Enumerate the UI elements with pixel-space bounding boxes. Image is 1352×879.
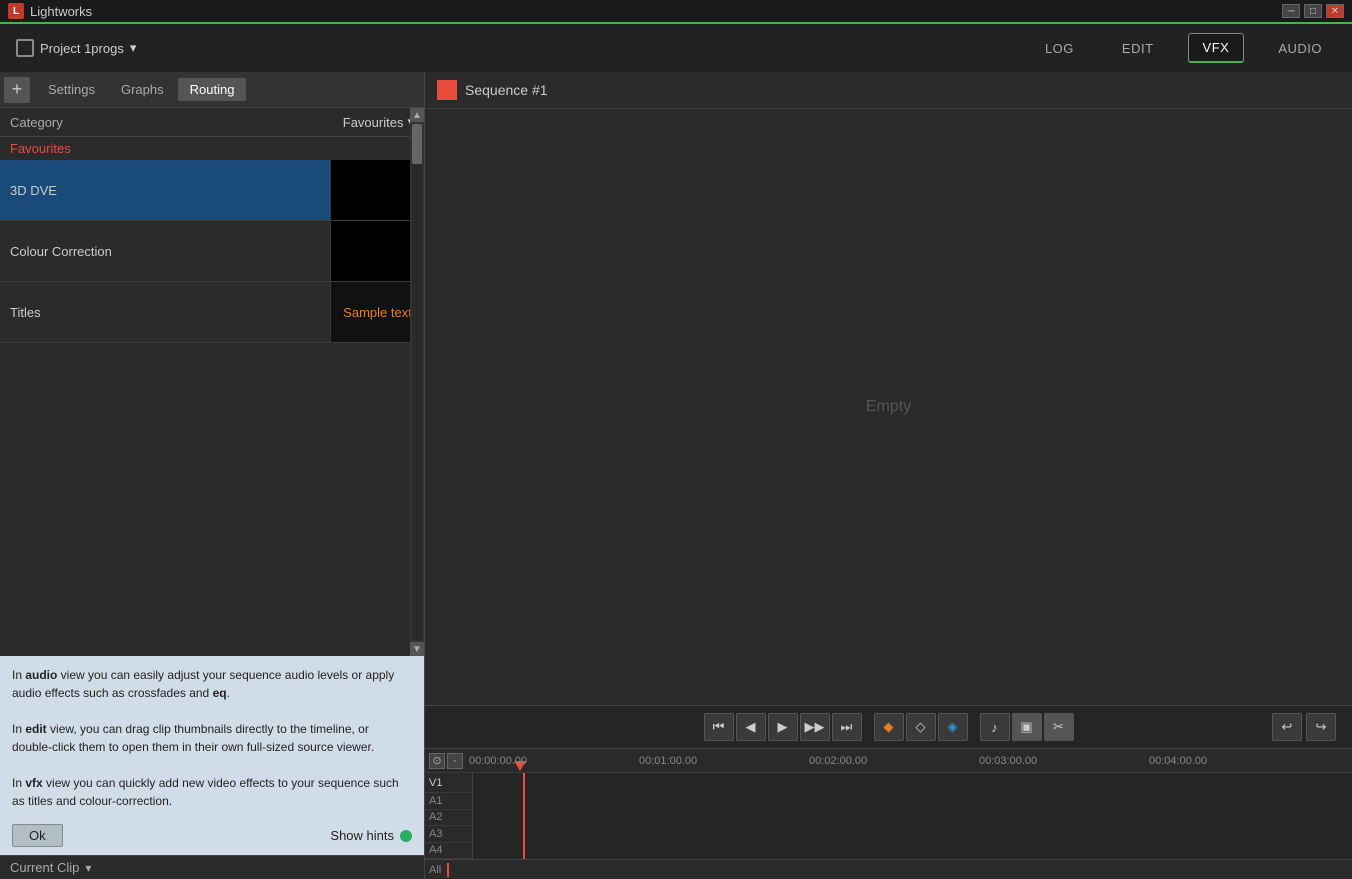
track-content [473, 773, 1352, 859]
scroll-up-button[interactable]: ▲ [410, 108, 424, 122]
show-hints-toggle[interactable]: Show hints [330, 828, 412, 843]
play-button[interactable]: ▶ [768, 713, 798, 741]
current-clip-chevron-icon[interactable]: ▾ [85, 861, 91, 875]
effect-name-titles: Titles [0, 282, 330, 342]
show-hints-label: Show hints [330, 828, 394, 843]
next-frame-button[interactable]: ▶▶ [800, 713, 830, 741]
minimize-button[interactable]: ─ [1282, 4, 1300, 18]
title-text: Lightworks [30, 4, 92, 19]
mark-clip-button[interactable]: ◈ [938, 713, 968, 741]
undo-button[interactable]: ↩ [1272, 713, 1302, 741]
current-clip-label: Current Clip [10, 860, 79, 875]
time-mark-0: 00:00:00.00 [469, 755, 527, 767]
favourites-label: Favourites [0, 137, 424, 160]
project-name: Project 1progs [40, 41, 124, 56]
time-mark-1: 00:01:00.00 [639, 755, 697, 767]
overwrite-button[interactable]: ✂ [1044, 713, 1074, 741]
time-mark-3: 00:03:00.00 [979, 755, 1037, 767]
maximize-button[interactable]: □ [1304, 4, 1322, 18]
track-label-a2: A2 [425, 810, 472, 826]
effects-list: 3D DVE Colour Correction Titles Sample t… [0, 160, 424, 656]
app-icon: L [8, 3, 24, 19]
go-start-button[interactable]: ⏮ [704, 713, 734, 741]
undo-redo-area: ↩ ↪ [1272, 713, 1336, 741]
sequence-flag-icon [437, 80, 457, 100]
redo-button[interactable]: ↪ [1306, 713, 1336, 741]
effect-name-colour-correction: Colour Correction [0, 221, 330, 281]
tab-routing[interactable]: Routing [178, 78, 247, 101]
track-labels: V1 A1 A2 A3 A4 [425, 773, 473, 859]
right-panel: Sequence #1 Empty ⏮ ◀ ▶ ▶▶ ⏭ ◆ ◇ ◈ ♪ ▣ ✂… [425, 72, 1352, 879]
hints-indicator [400, 830, 412, 842]
track-label-a3: A3 [425, 826, 472, 842]
audio-toggle-button[interactable]: ♪ [980, 713, 1010, 741]
transport-controls: ⏮ ◀ ▶ ▶▶ ⏭ ◆ ◇ ◈ ♪ ▣ ✂ ↩ ↪ [425, 705, 1352, 749]
project-dropdown-arrow: ▾ [130, 40, 137, 56]
mark-out-button[interactable]: ◇ [906, 713, 936, 741]
category-label: Category [10, 115, 63, 130]
all-bar: All [425, 859, 1352, 879]
mark-in-button[interactable]: ◆ [874, 713, 904, 741]
all-label: All [429, 864, 441, 876]
title-bar: L Lightworks ─ □ ✕ [0, 0, 1352, 24]
timeline-zoom-controls: ⊙ - [429, 753, 463, 769]
sub-tabs: + Settings Graphs Routing [0, 72, 424, 108]
tab-graphs[interactable]: Graphs [109, 78, 176, 101]
sequence-title: Sequence #1 [465, 82, 548, 98]
tab-edit[interactable]: EDIT [1108, 35, 1168, 62]
tab-vfx[interactable]: VFX [1188, 33, 1245, 63]
category-header: Category Favourites ▾ [0, 108, 424, 137]
tab-audio[interactable]: AUDIO [1264, 35, 1336, 62]
effect-item-3d-dve[interactable]: 3D DVE [0, 160, 424, 221]
current-clip-bar: Current Clip ▾ [0, 855, 424, 879]
track-label-a4: A4 [425, 843, 472, 859]
title-bar-left: L Lightworks [8, 3, 92, 19]
all-playhead-indicator [447, 863, 449, 877]
effect-item-titles[interactable]: Titles Sample text [0, 282, 424, 343]
time-mark-4: 00:04:00.00 [1149, 755, 1207, 767]
prev-frame-button[interactable]: ◀ [736, 713, 766, 741]
track-label-v1: V1 [425, 773, 472, 793]
hint-box: In audio view you can easily adjust your… [0, 656, 424, 820]
project-button[interactable]: Project 1progs ▾ [16, 39, 136, 57]
timeline-ruler: ⊙ - 00:00:00.00 00:01:00.00 00:02:00.00 … [425, 749, 1352, 773]
time-mark-2: 00:02:00.00 [809, 755, 867, 767]
insert-button[interactable]: ▣ [1012, 713, 1042, 741]
nav-bar: Project 1progs ▾ LOG EDIT VFX AUDIO [0, 24, 1352, 72]
scroll-track [412, 124, 422, 640]
project-icon [16, 39, 34, 57]
tab-log[interactable]: LOG [1031, 35, 1088, 62]
add-tab-button[interactable]: + [4, 77, 30, 103]
scroll-down-button[interactable]: ▼ [410, 642, 424, 656]
viewer-area: Empty [425, 109, 1352, 705]
zoom-out-button[interactable]: - [447, 753, 463, 769]
track-label-a1: A1 [425, 793, 472, 809]
category-dropdown[interactable]: Favourites ▾ [343, 114, 414, 130]
tracks-area: V1 A1 A2 A3 A4 [425, 773, 1352, 859]
timeline: ⊙ - 00:00:00.00 00:01:00.00 00:02:00.00 … [425, 749, 1352, 879]
effect-item-colour-correction[interactable]: Colour Correction [0, 221, 424, 282]
effect-name-3d-dve: 3D DVE [0, 160, 330, 220]
effects-area: Category Favourites ▾ Favourites 3D DVE … [0, 108, 424, 656]
scroll-thumb[interactable] [412, 124, 422, 164]
left-panel: + Settings Graphs Routing Category Favou… [0, 72, 425, 879]
effects-scrollbar: ▲ ▼ [410, 108, 424, 656]
window-controls: ─ □ ✕ [1282, 4, 1344, 18]
hint-footer: Ok Show hints [0, 820, 424, 855]
tab-settings[interactable]: Settings [36, 78, 107, 101]
close-button[interactable]: ✕ [1326, 4, 1344, 18]
zoom-fit-button[interactable]: ⊙ [429, 753, 445, 769]
sequence-header: Sequence #1 [425, 72, 1352, 109]
sample-text-label: Sample text [343, 305, 412, 320]
category-value-text: Favourites [343, 115, 404, 130]
content-area: + Settings Graphs Routing Category Favou… [0, 72, 1352, 879]
empty-label: Empty [866, 398, 911, 416]
go-end-button[interactable]: ⏭ [832, 713, 862, 741]
playhead-line [523, 773, 525, 859]
ok-button[interactable]: Ok [12, 824, 63, 847]
